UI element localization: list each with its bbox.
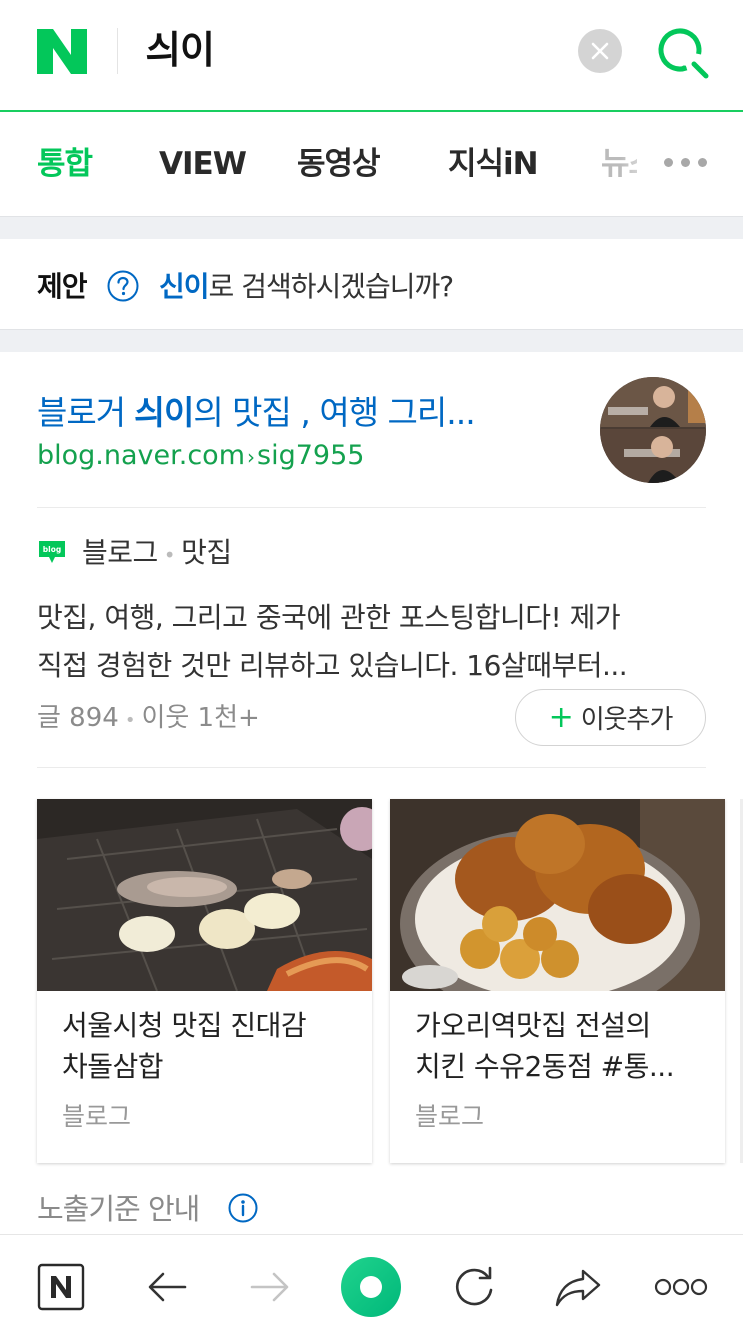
section-gap bbox=[0, 329, 743, 352]
post-source: 블로그 bbox=[415, 1102, 485, 1131]
post-title: 가오리역맛집 전설의 치킨 수유2동점 #통... bbox=[415, 1009, 675, 1083]
suggestion-text: 로 검색하시겠습니까? bbox=[208, 270, 455, 303]
chevron-right-icon: › bbox=[247, 445, 255, 469]
naver-home-icon[interactable] bbox=[31, 1257, 91, 1317]
plus-icon: + bbox=[548, 699, 574, 735]
more-tabs-icon[interactable] bbox=[664, 158, 707, 167]
post-thumbnail bbox=[37, 799, 372, 991]
search-header: 싀이 bbox=[0, 0, 743, 112]
back-icon[interactable] bbox=[137, 1257, 197, 1317]
blog-description: 맛집, 여행, 그리고 중국에 관한 포스팅합니다! 제가 직접 경험한 것만 … bbox=[37, 601, 628, 682]
blog-title-link[interactable]: 블로거 싀이의 맛집 , 여행 그리... bbox=[37, 386, 476, 434]
divider bbox=[37, 767, 706, 768]
post-thumbnail bbox=[390, 799, 725, 991]
post-title: 서울시청 맛집 진대감 차돌삼합 bbox=[62, 1009, 307, 1083]
blog-category: 블로그 • 맛집 bbox=[82, 536, 232, 569]
blog-stats: 글 894 • 이웃 1천+ bbox=[37, 703, 260, 733]
naver-logo-icon[interactable] bbox=[37, 29, 87, 74]
post-source: 블로그 bbox=[62, 1102, 132, 1131]
forward-icon[interactable] bbox=[240, 1257, 300, 1317]
suggestion-keyword[interactable]: 신이 bbox=[159, 270, 210, 303]
help-icon[interactable] bbox=[106, 269, 140, 303]
blog-avatar[interactable] bbox=[600, 377, 706, 483]
tab-kin[interactable]: 지식iN bbox=[448, 144, 539, 184]
section-gap bbox=[0, 216, 743, 239]
blog-url[interactable]: blog.naver.com ›sig7955 bbox=[37, 440, 364, 471]
exposure-criteria-link[interactable]: 노출기준 안내 bbox=[37, 1186, 200, 1228]
suggestion-label: 제안 bbox=[37, 270, 88, 303]
svg-text:blog: blog bbox=[43, 545, 61, 554]
add-neighbor-button[interactable]: + 이웃추가 bbox=[515, 689, 706, 746]
blog-post-card[interactable]: 가오리역맛집 전설의 치킨 수유2동점 #통... 블로그 bbox=[390, 799, 725, 1163]
browser-toolbar bbox=[0, 1234, 743, 1338]
tab-integrated[interactable]: 통합 bbox=[37, 144, 93, 184]
refresh-icon[interactable] bbox=[444, 1257, 504, 1317]
tab-view[interactable]: VIEW bbox=[159, 144, 247, 184]
blog-badge-icon: blog bbox=[39, 541, 65, 563]
close-icon bbox=[591, 42, 609, 60]
search-query[interactable]: 싀이 bbox=[146, 24, 215, 76]
more-icon[interactable] bbox=[650, 1257, 712, 1317]
divider bbox=[37, 507, 706, 508]
blog-result-card: 블로거 싀이의 맛집 , 여행 그리... blog.naver.com ›sig… bbox=[0, 352, 743, 1234]
share-icon[interactable] bbox=[548, 1257, 608, 1317]
tab-fade bbox=[620, 134, 670, 194]
clear-search-button[interactable] bbox=[578, 29, 622, 73]
info-icon[interactable] bbox=[227, 1192, 259, 1224]
header-divider bbox=[117, 28, 118, 74]
tab-video[interactable]: 동영상 bbox=[297, 144, 381, 184]
blog-post-card[interactable]: 서울시청 맛집 진대감 차돌삼합 블로그 bbox=[37, 799, 372, 1163]
suggestion-link[interactable]: 신이로 검색하시겠습니까? bbox=[159, 265, 455, 305]
search-icon[interactable] bbox=[655, 25, 711, 81]
search-tabs: 통합 VIEW 동영상 지식iN 뉴스 bbox=[0, 114, 743, 216]
green-dot-icon[interactable] bbox=[340, 1256, 402, 1318]
